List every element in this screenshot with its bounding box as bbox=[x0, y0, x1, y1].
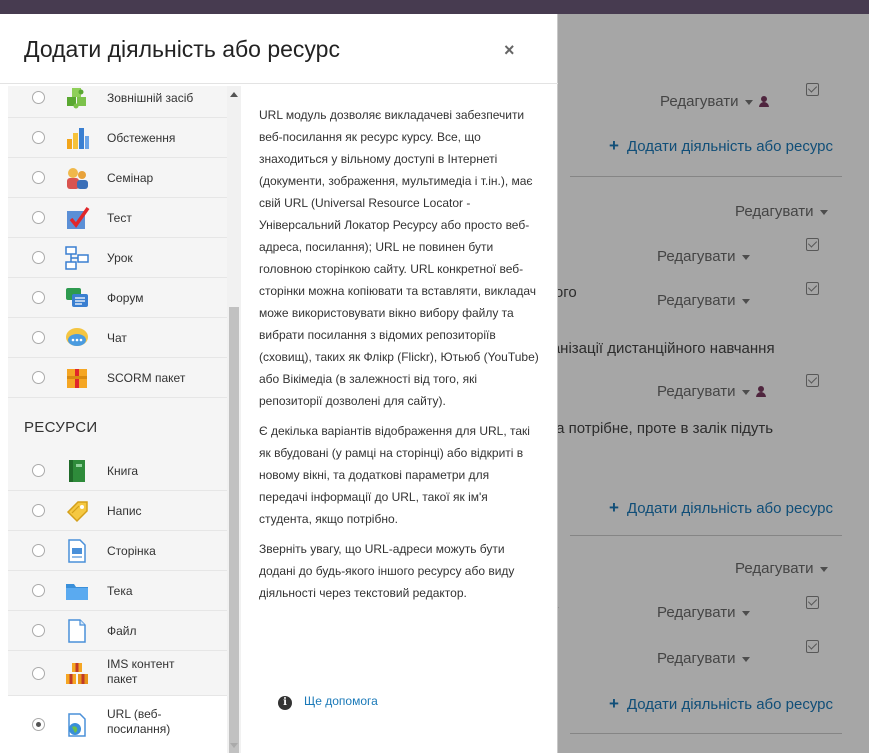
info-icon: i bbox=[278, 696, 292, 710]
scrollbar-thumb[interactable] bbox=[229, 307, 239, 753]
survey-chart-icon bbox=[64, 125, 90, 151]
workshop-people-icon bbox=[64, 165, 90, 191]
module-description: URL модуль дозволяє викладачеві забезпеч… bbox=[259, 104, 539, 612]
module-list: Зовнішній засіб Обстеження Семінар Тест bbox=[8, 86, 227, 753]
list-item-page[interactable]: Сторінка bbox=[8, 531, 227, 571]
list-item-label-resource[interactable]: Напис bbox=[8, 491, 227, 531]
list-item-label: Тест bbox=[107, 211, 132, 225]
radio-button[interactable] bbox=[32, 291, 45, 304]
list-item-label: Файл bbox=[107, 624, 137, 638]
list-item-label: Урок bbox=[107, 251, 133, 265]
label-line-2: пакет bbox=[107, 672, 138, 686]
page-icon bbox=[64, 538, 90, 564]
lesson-tree-icon bbox=[64, 245, 90, 271]
list-item-forum[interactable]: Форум bbox=[8, 278, 227, 318]
list-item-chat[interactable]: Чат bbox=[8, 318, 227, 358]
resources-section-header: РЕСУРСИ bbox=[24, 419, 98, 436]
close-icon[interactable]: × bbox=[504, 40, 515, 61]
list-item-label: SCORM пакет bbox=[107, 371, 186, 385]
radio-button[interactable] bbox=[32, 371, 45, 384]
list-item-label: Зовнішній засіб bbox=[107, 91, 194, 105]
radio-button[interactable] bbox=[32, 667, 45, 680]
list-item-label: URL (веб-посилання) bbox=[107, 707, 170, 737]
forum-bubbles-icon bbox=[64, 285, 90, 311]
file-icon bbox=[64, 618, 90, 644]
list-item-lesson[interactable]: Урок bbox=[8, 238, 227, 278]
list-item-workshop[interactable]: Семінар bbox=[8, 158, 227, 198]
radio-button[interactable] bbox=[32, 544, 45, 557]
list-item-label: Форум bbox=[107, 291, 144, 305]
description-paragraph: Зверніть увагу, що URL-адреси можуть бут… bbox=[259, 542, 515, 600]
list-item-label: Тека bbox=[107, 584, 133, 598]
radio-button-selected[interactable] bbox=[32, 718, 45, 731]
radio-button[interactable] bbox=[32, 624, 45, 637]
scroll-down-arrow-icon[interactable] bbox=[230, 743, 238, 748]
radio-button[interactable] bbox=[32, 91, 45, 104]
description-paragraph: URL модуль дозволяє викладачеві забезпеч… bbox=[259, 108, 539, 408]
radio-button[interactable] bbox=[32, 464, 45, 477]
radio-button[interactable] bbox=[32, 211, 45, 224]
list-item-file[interactable]: Файл bbox=[8, 611, 227, 651]
list-item-scorm[interactable]: SCORM пакет bbox=[8, 358, 227, 398]
list-item-label: Чат bbox=[107, 331, 127, 345]
label-line-2: посилання) bbox=[107, 722, 171, 736]
more-help-label: Ще допомога bbox=[304, 694, 378, 708]
list-item-label: Обстеження bbox=[107, 131, 176, 145]
folder-icon bbox=[64, 578, 90, 604]
more-help-link[interactable]: i Ще допомога bbox=[278, 694, 378, 710]
list-scrollbar[interactable] bbox=[227, 86, 241, 753]
radio-button[interactable] bbox=[32, 584, 45, 597]
label-tag-icon bbox=[64, 498, 90, 524]
scorm-package-icon bbox=[64, 365, 90, 391]
radio-button[interactable] bbox=[32, 331, 45, 344]
list-item-label: Книга bbox=[107, 464, 139, 478]
list-item-survey[interactable]: Обстеження bbox=[8, 118, 227, 158]
dialog-header: Додати діяльність або ресурс × bbox=[0, 14, 558, 84]
list-item-ims-package[interactable]: IMS контент пакет bbox=[8, 651, 227, 696]
activity-chooser-dialog: Додати діяльність або ресурс × Зовнішній… bbox=[0, 14, 558, 753]
radio-button[interactable] bbox=[32, 251, 45, 264]
list-item-url[interactable]: URL (веб-посилання) bbox=[8, 696, 227, 753]
label-line-1: IMS контент bbox=[107, 657, 175, 671]
label-line-1: URL (веб- bbox=[107, 707, 162, 721]
scroll-up-arrow-icon[interactable] bbox=[230, 92, 238, 97]
url-globe-icon bbox=[64, 712, 90, 738]
list-item-label: IMS контент пакет bbox=[107, 657, 175, 687]
book-icon bbox=[64, 458, 90, 484]
list-item-label: Семінар bbox=[107, 171, 154, 185]
radio-button[interactable] bbox=[32, 131, 45, 144]
list-item-book[interactable]: Книга bbox=[8, 451, 227, 491]
description-paragraph: Є декілька варіантів відображення для UR… bbox=[259, 424, 530, 526]
quiz-check-icon bbox=[64, 205, 90, 231]
dialog-title: Додати діяльність або ресурс bbox=[24, 36, 340, 62]
list-item-quiz[interactable]: Тест bbox=[8, 198, 227, 238]
puzzle-icon bbox=[64, 86, 90, 111]
radio-button[interactable] bbox=[32, 171, 45, 184]
list-item-label: Напис bbox=[107, 504, 142, 518]
list-item-label: Сторінка bbox=[107, 544, 156, 558]
ims-package-icon bbox=[64, 661, 90, 687]
chat-bubble-icon bbox=[64, 325, 90, 351]
list-item-external-tool[interactable]: Зовнішній засіб bbox=[8, 86, 227, 118]
list-item-folder[interactable]: Тека bbox=[8, 571, 227, 611]
radio-button[interactable] bbox=[32, 504, 45, 517]
